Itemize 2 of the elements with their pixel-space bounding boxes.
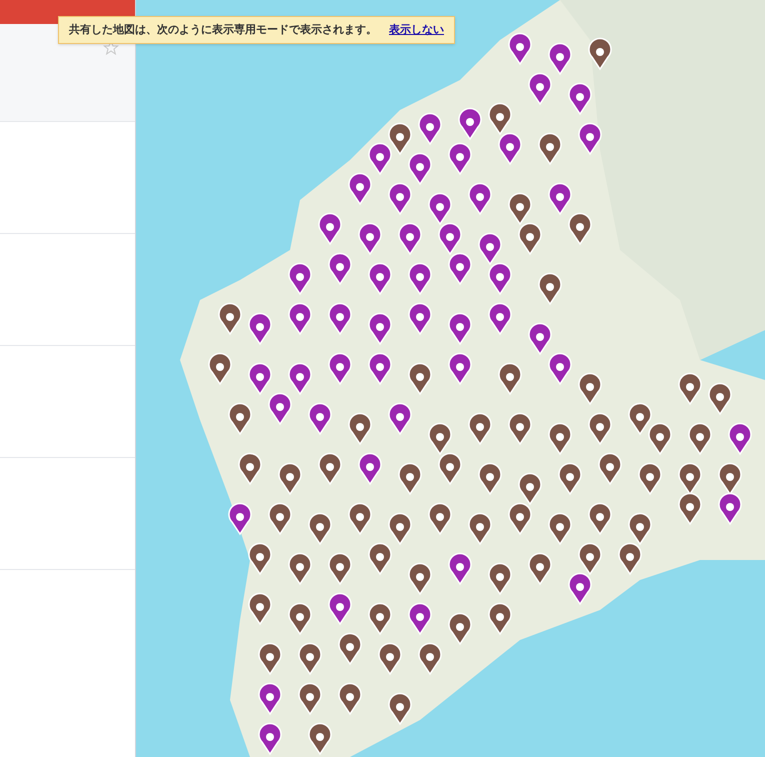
notice-text: 共有した地図は、次のように表示専用モードで表示されます。	[69, 22, 377, 38]
hide-link[interactable]: 表示しない	[389, 22, 444, 38]
